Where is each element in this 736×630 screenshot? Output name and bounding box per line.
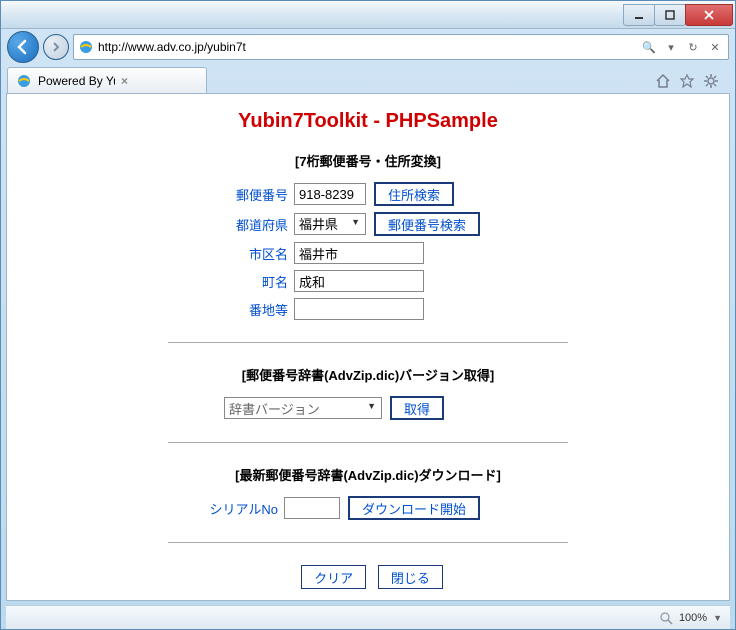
street-input[interactable] <box>294 298 424 320</box>
dropdown-icon[interactable]: ▾ <box>662 41 680 54</box>
town-input[interactable] <box>294 270 424 292</box>
ie-icon <box>78 39 94 55</box>
window-titlebar <box>1 1 735 29</box>
get-version-button[interactable]: 取得 <box>390 396 444 420</box>
divider <box>168 342 568 343</box>
section1-header: [7桁郵便番号・住所変換] <box>108 151 628 170</box>
page-content: Yubin7Toolkit - PHPSample [7桁郵便番号・住所変換] … <box>6 93 730 601</box>
postal-input[interactable] <box>294 183 366 205</box>
serial-input[interactable] <box>284 497 340 519</box>
town-label: 町名 <box>218 272 288 291</box>
city-input[interactable] <box>294 242 424 264</box>
home-icon[interactable] <box>655 73 671 89</box>
status-bar: 100% ▼ <box>6 605 730 629</box>
clear-button[interactable]: クリア <box>301 565 366 589</box>
forward-button[interactable] <box>43 34 69 60</box>
ie-icon <box>16 73 32 89</box>
zoom-dropdown-icon[interactable]: ▼ <box>713 613 722 623</box>
search-icon[interactable]: 🔍 <box>640 41 658 54</box>
address-bar[interactable]: 🔍 ▾ ↻ ✕ <box>73 34 729 60</box>
page-title: Yubin7Toolkit - PHPSample <box>108 110 628 133</box>
back-button[interactable] <box>7 31 39 63</box>
nav-toolbar: 🔍 ▾ ↻ ✕ <box>1 29 735 65</box>
zoom-level: 100% <box>679 612 707 624</box>
section3-header: [最新郵便番号辞書(AdvZip.dic)ダウンロード] <box>108 465 628 484</box>
maximize-button[interactable] <box>654 4 686 26</box>
version-select[interactable]: 辞書バージョン <box>224 397 382 419</box>
stop-icon[interactable]: ✕ <box>706 41 724 54</box>
tab-title: Powered By Yubin7Toolk... <box>38 74 115 88</box>
tab-strip: Powered By Yubin7Toolk... × <box>1 65 735 93</box>
postal-search-button[interactable]: 郵便番号検索 <box>374 212 480 236</box>
postal-label: 郵便番号 <box>218 185 288 204</box>
street-label: 番地等 <box>218 300 288 319</box>
minimize-button[interactable] <box>623 4 655 26</box>
download-button[interactable]: ダウンロード開始 <box>348 496 480 520</box>
browser-tab[interactable]: Powered By Yubin7Toolk... × <box>7 67 207 93</box>
zoom-icon[interactable] <box>659 611 673 625</box>
prefecture-label: 都道府県 <box>218 215 288 234</box>
url-input[interactable] <box>98 35 636 59</box>
prefecture-select[interactable]: 福井県 <box>294 213 366 235</box>
favorites-icon[interactable] <box>679 73 695 89</box>
refresh-icon[interactable]: ↻ <box>684 41 702 54</box>
tools-icon[interactable] <box>703 73 719 89</box>
section2-header: [郵便番号辞書(AdvZip.dic)バージョン取得] <box>108 365 628 384</box>
city-label: 市区名 <box>218 244 288 263</box>
divider <box>168 442 568 443</box>
divider <box>168 542 568 543</box>
serial-label: シリアルNo <box>198 499 278 518</box>
close-button[interactable]: 閉じる <box>378 565 443 589</box>
address-search-button[interactable]: 住所検索 <box>374 182 454 206</box>
close-window-button[interactable] <box>685 4 733 26</box>
tab-close-icon[interactable]: × <box>121 74 198 88</box>
